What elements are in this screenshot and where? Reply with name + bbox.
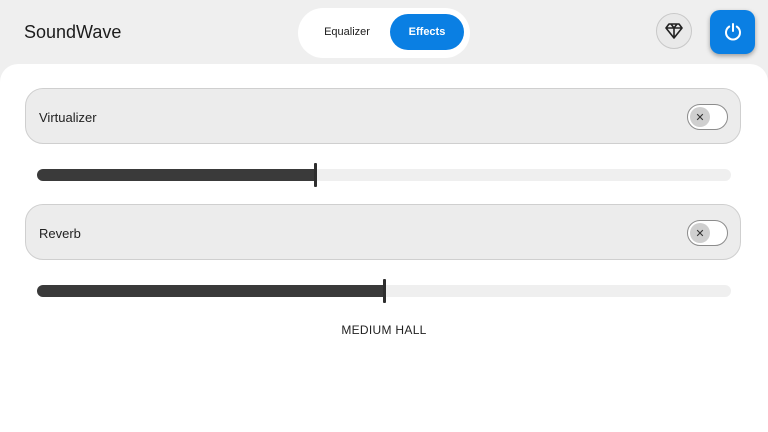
reverb-card: Reverb ✕ [25, 204, 741, 260]
virtualizer-slider[interactable] [37, 163, 731, 187]
tab-equalizer[interactable]: Equalizer [312, 14, 382, 50]
virtualizer-card: Virtualizer ✕ [25, 88, 741, 144]
tab-bar: Equalizer Effects [298, 8, 470, 58]
virtualizer-toggle[interactable]: ✕ [687, 104, 728, 130]
premium-button[interactable] [656, 13, 692, 49]
toggle-off-icon: ✕ [690, 107, 710, 127]
reverb-label: Reverb [39, 226, 81, 241]
power-button[interactable] [710, 10, 755, 54]
slider-fill [37, 285, 384, 297]
tab-effects[interactable]: Effects [390, 14, 464, 50]
reverb-preset-label[interactable]: MEDIUM HALL [0, 323, 768, 337]
reverb-slider[interactable] [37, 279, 731, 303]
toggle-off-icon: ✕ [690, 223, 710, 243]
power-icon [724, 23, 741, 41]
effects-panel: Virtualizer ✕ Reverb ✕ MEDIUM HALL [0, 64, 768, 432]
virtualizer-label: Virtualizer [39, 110, 97, 125]
slider-thumb[interactable] [314, 163, 317, 187]
app-title: SoundWave [24, 22, 122, 42]
slider-thumb[interactable] [383, 279, 386, 303]
diamond-icon [665, 23, 683, 39]
reverb-toggle[interactable]: ✕ [687, 220, 728, 246]
slider-fill [37, 169, 315, 181]
